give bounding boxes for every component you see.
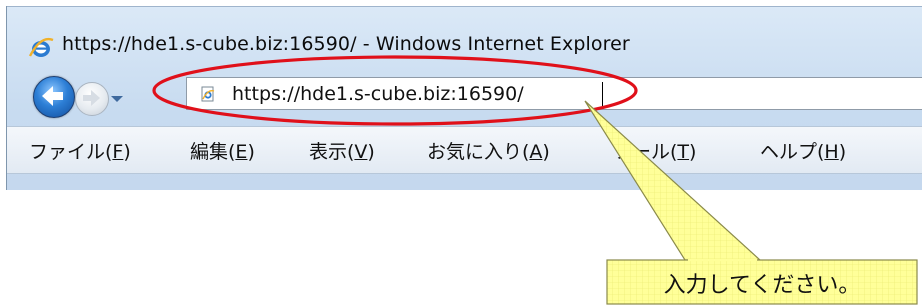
menu-edit[interactable]: 編集(E) (190, 137, 255, 164)
recent-pages-dropdown[interactable] (107, 92, 127, 106)
menu-file-key: F (112, 141, 124, 163)
menu-tools-key: T (677, 141, 690, 163)
menu-tools-label: ツール( (613, 141, 678, 163)
menu-help[interactable]: ヘルプ(H) (760, 137, 846, 164)
chevron-down-icon (111, 96, 123, 102)
ie-logo-icon (28, 37, 54, 57)
menu-tools[interactable]: ツール(T) (613, 137, 696, 164)
callout-text: 入力してください。 (663, 273, 861, 298)
menu-favorites-close: ) (542, 141, 550, 163)
highlight-ellipse (152, 55, 638, 126)
forward-arrow-icon (83, 90, 100, 106)
menu-edit-close: ) (247, 141, 255, 163)
window-title: https://hde1.s-cube.biz:16590/ - Windows… (62, 33, 630, 55)
menu-tools-close: ) (689, 141, 697, 163)
menu-favorites[interactable]: お気に入り(A) (427, 137, 550, 164)
menu-view[interactable]: 表示(V) (309, 137, 375, 164)
menu-file-label: ファイル( (29, 141, 113, 163)
menu-view-close: ) (367, 141, 375, 163)
menu-help-close: ) (838, 141, 847, 163)
forward-button[interactable] (75, 82, 109, 116)
menu-help-key: H (824, 141, 839, 163)
menu-bar: ファイル(F) 編集(E) 表示(V) お気に入り(A) ツール(T) ヘルプ(… (7, 126, 922, 174)
menu-file-close: ) (123, 141, 131, 163)
menu-favorites-key: A (529, 141, 543, 163)
menu-edit-label: 編集( (190, 141, 236, 163)
menu-favorites-label: お気に入り( (427, 141, 530, 163)
back-arrow-icon (42, 86, 63, 106)
menu-file[interactable]: ファイル(F) (29, 137, 131, 164)
menu-edit-key: E (235, 141, 248, 163)
back-button[interactable] (33, 76, 75, 118)
menu-view-key: V (354, 141, 368, 163)
menu-help-label: ヘルプ( (760, 141, 825, 163)
menu-view-label: 表示( (309, 141, 355, 163)
